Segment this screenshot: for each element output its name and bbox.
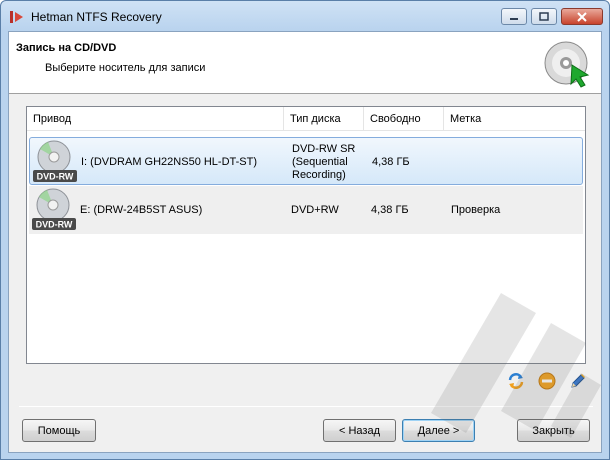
- drive-list[interactable]: Привод Тип диска Свободно Метка DVD-RW I…: [26, 106, 586, 364]
- column-drive[interactable]: Привод: [27, 107, 284, 131]
- drive-row-selected[interactable]: DVD-RW I: (DVDRAM GH22NS50 HL-DT-ST) DVD…: [29, 137, 583, 185]
- drive-row[interactable]: DVD-RW E: (DRW-24B5ST ASUS) DVD+RW 4,38 …: [29, 186, 583, 234]
- free-space: 4,38 ГБ: [372, 156, 410, 168]
- erase-button[interactable]: [536, 371, 558, 391]
- close-button[interactable]: Закрыть: [517, 419, 590, 442]
- disc-type-line: Recording): [292, 169, 346, 181]
- minimize-icon: [510, 17, 518, 20]
- list-header: Привод Тип диска Свободно Метка: [27, 107, 585, 131]
- dvd-rw-disc-icon: DVD-RW: [32, 188, 76, 230]
- column-disc-type[interactable]: Тип диска: [284, 107, 364, 131]
- page-title: Запись на CD/DVD: [16, 42, 117, 54]
- burn-disc-icon: [544, 41, 590, 88]
- refresh-icon: [508, 373, 524, 389]
- volume-label: Проверка: [451, 204, 501, 216]
- maximize-icon: [539, 12, 549, 21]
- column-label[interactable]: Метка: [444, 107, 585, 131]
- page-subtitle: Выберите носитель для записи: [45, 62, 206, 74]
- window-title: Hetman NTFS Recovery: [31, 10, 162, 24]
- disc-type-cell: DVD-RW SR (Sequential Recording): [292, 143, 355, 182]
- dvd-rw-disc-icon: DVD-RW: [33, 140, 77, 182]
- disc-type-line: (Sequential: [292, 156, 348, 168]
- minimize-button[interactable]: [501, 8, 527, 25]
- edit-button[interactable]: [567, 371, 589, 391]
- free-space: 4,38 ГБ: [371, 204, 409, 216]
- maximize-button[interactable]: [531, 8, 557, 25]
- drive-name: E: (DRW-24B5ST ASUS): [80, 204, 203, 216]
- erase-icon: [538, 372, 556, 390]
- wizard-body: Запись на CD/DVD Выберите носитель для з…: [8, 31, 602, 453]
- app-logo-icon: [10, 11, 23, 23]
- next-button[interactable]: Далее >: [402, 419, 475, 442]
- dvd-badge-text: DVD-RW: [37, 172, 74, 182]
- dvd-badge-text: DVD-RW: [36, 220, 73, 230]
- column-free[interactable]: Свободно: [364, 107, 444, 131]
- disc-type-cell: DVD+RW: [291, 204, 339, 216]
- app-window: Hetman NTFS Recovery Запись на CD/DVD Вы…: [0, 0, 610, 460]
- help-button[interactable]: Помощь: [22, 419, 96, 442]
- list-toolbar: [505, 371, 589, 391]
- drive-name: I: (DVDRAM GH22NS50 HL-DT-ST): [81, 156, 258, 168]
- close-icon: [577, 11, 587, 22]
- wizard-header: Запись на CD/DVD Выберите носитель для з…: [9, 32, 601, 94]
- footer-divider: [19, 406, 593, 407]
- edit-icon: [571, 374, 585, 388]
- refresh-button[interactable]: [505, 371, 527, 391]
- disc-type-line: DVD-RW SR: [292, 143, 356, 155]
- close-window-button[interactable]: [561, 8, 603, 25]
- back-button[interactable]: < Назад: [323, 419, 396, 442]
- title-bar[interactable]: Hetman NTFS Recovery: [1, 1, 609, 31]
